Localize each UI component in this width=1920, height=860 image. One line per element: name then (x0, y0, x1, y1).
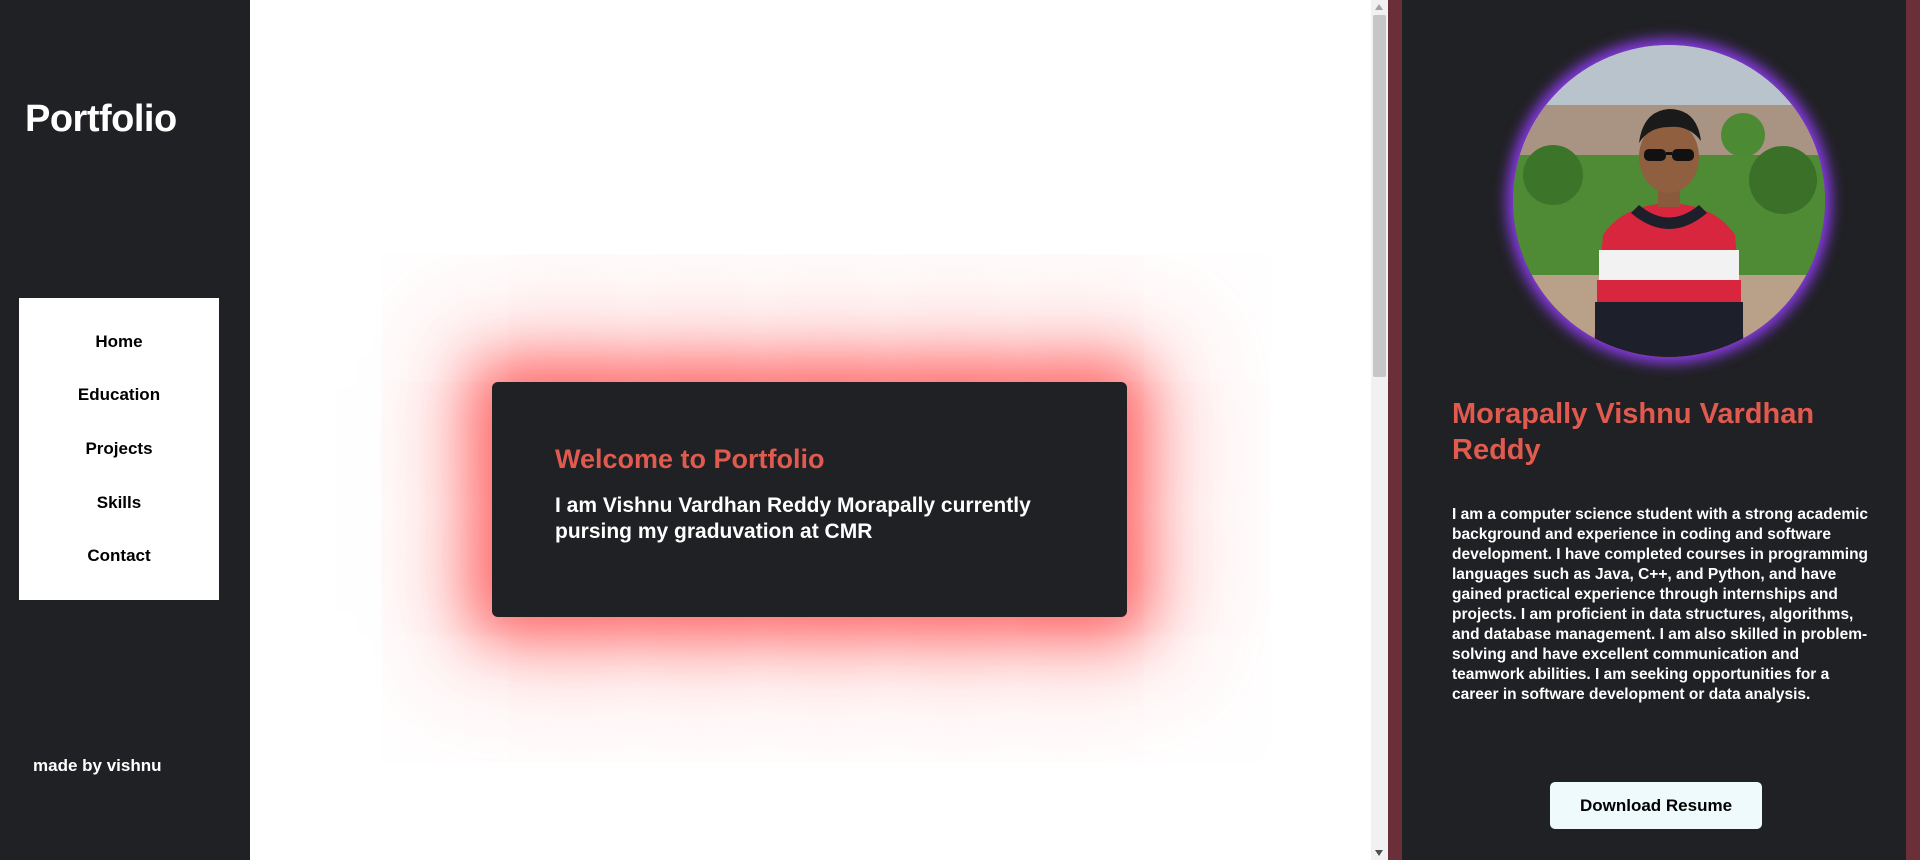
scroll-thumb[interactable] (1373, 15, 1386, 377)
welcome-card: Welcome to Portfolio I am Vishnu Vardhan… (492, 382, 1127, 617)
profile-photo-icon (1513, 45, 1825, 357)
nav-menu: Home Education Projects Skills Contact (19, 298, 219, 600)
download-resume-button[interactable]: Download Resume (1550, 782, 1762, 829)
nav-item-education[interactable]: Education (78, 385, 160, 405)
scrollbar[interactable] (1371, 0, 1388, 860)
footer-credit: made by vishnu (33, 756, 162, 775)
welcome-text: I am Vishnu Vardhan Reddy Morapally curr… (555, 494, 1031, 543)
welcome-title: Welcome to Portfolio (555, 444, 825, 474)
profile-bio: I am a computer science student with a s… (1452, 506, 1869, 703)
main-content: Welcome to Portfolio I am Vishnu Vardhan… (250, 0, 1371, 860)
nav-item-home[interactable]: Home (95, 332, 142, 352)
nav-item-skills[interactable]: Skills (97, 493, 141, 513)
sidebar: Portfolio Home Education Projects Skills… (0, 0, 250, 860)
nav-item-contact[interactable]: Contact (87, 546, 150, 566)
nav-item-projects[interactable]: Projects (85, 439, 152, 459)
scroll-up-arrow-icon[interactable] (1375, 4, 1383, 10)
profile-name: Morapally Vishnu Vardhan Reddy (1452, 398, 1815, 466)
profile-panel: Morapally Vishnu Vardhan Reddy I am a co… (1388, 0, 1920, 860)
brand-title: Portfolio (25, 98, 177, 140)
scroll-down-arrow-icon[interactable] (1375, 850, 1383, 856)
avatar (1513, 45, 1825, 357)
